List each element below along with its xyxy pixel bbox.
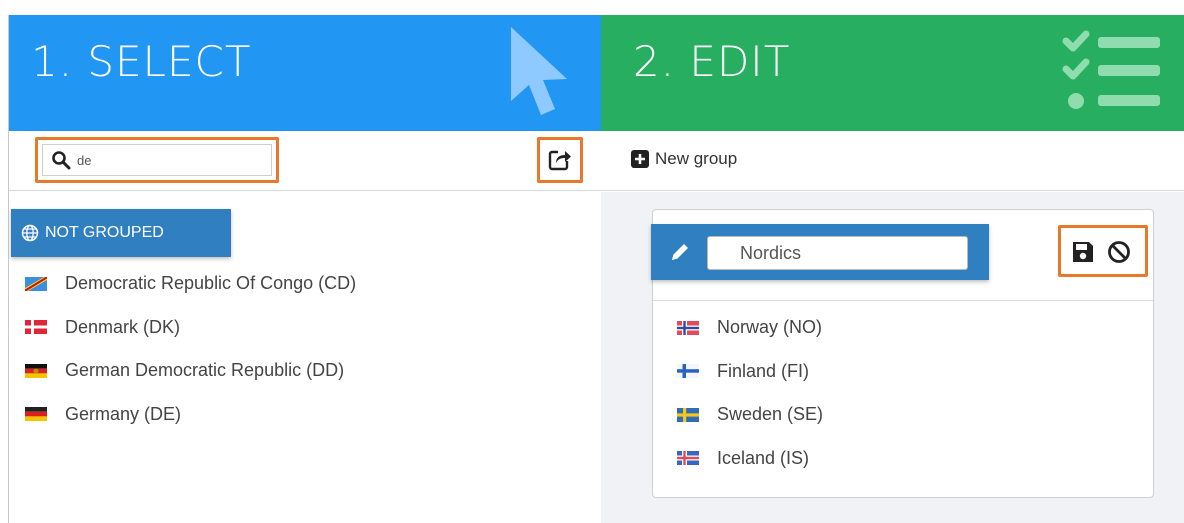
flag-is-icon <box>677 451 699 466</box>
select-toolbar <box>9 131 601 191</box>
cursor-icon <box>511 27 567 115</box>
select-title: 1. SELECT <box>31 37 252 86</box>
flag-cd-icon <box>25 276 47 291</box>
new-group-label: New group <box>655 149 738 168</box>
flag-se-icon <box>677 407 699 422</box>
edit-header: 2. EDIT <box>601 15 1184 131</box>
member-item[interactable]: Norway (NO) <box>677 306 823 350</box>
select-pane: NOT GROUPED Democratic Republic Of Congo… <box>9 192 601 523</box>
country-name: Democratic Republic Of Congo (CD) <box>65 273 357 294</box>
country-name: Denmark (DK) <box>65 316 181 337</box>
plus-square-icon <box>631 150 649 168</box>
pencil-icon[interactable] <box>669 241 691 263</box>
new-group-button[interactable]: New group <box>631 149 737 169</box>
flag-dk-icon <box>25 320 47 335</box>
country-item[interactable]: Germany (DE) <box>25 393 356 437</box>
edit-toolbar: New group <box>601 131 1184 191</box>
member-name: Finland (FI) <box>717 360 810 381</box>
country-item[interactable]: German Democratic Republic (DD) <box>25 349 356 393</box>
flag-fi-icon <box>677 364 699 379</box>
member-name: Iceland (IS) <box>717 447 810 468</box>
globe-icon <box>21 224 39 242</box>
country-item[interactable]: Denmark (DK) <box>25 306 356 350</box>
edit-pane: Norway (NO) Finland (FI) Sweden (SE) <box>601 192 1184 523</box>
save-icon[interactable] <box>1071 240 1095 264</box>
group-name-bar <box>651 224 989 280</box>
checklist-icon <box>1062 30 1160 109</box>
country-name: German Democratic Republic (DD) <box>65 360 345 381</box>
not-grouped-label: NOT GROUPED <box>45 224 164 241</box>
export-button[interactable] <box>537 137 583 183</box>
edit-title: 2. EDIT <box>633 37 791 86</box>
not-grouped-header[interactable]: NOT GROUPED <box>11 209 231 257</box>
search-highlight <box>35 137 279 183</box>
member-item[interactable]: Sweden (SE) <box>677 393 823 437</box>
group-card: Norway (NO) Finland (FI) Sweden (SE) <box>651 209 1154 498</box>
search-box[interactable] <box>42 144 272 176</box>
group-actions <box>1058 225 1148 277</box>
member-name: Sweden (SE) <box>717 404 824 425</box>
flag-de-icon <box>25 407 47 422</box>
flag-dd-icon <box>25 363 47 378</box>
select-header: 1. SELECT <box>9 15 601 131</box>
flag-no-icon <box>677 320 699 335</box>
group-name-input[interactable] <box>707 236 968 270</box>
member-item[interactable]: Finland (FI) <box>677 350 823 394</box>
cancel-icon[interactable] <box>1107 240 1131 264</box>
card-divider <box>653 300 1153 301</box>
member-item[interactable]: Iceland (IS) <box>677 437 823 481</box>
member-list: Norway (NO) Finland (FI) Sweden (SE) Ice… <box>677 306 823 480</box>
share-icon <box>548 149 572 171</box>
member-name: Norway (NO) <box>717 317 823 338</box>
country-name: Germany (DE) <box>65 403 182 424</box>
country-item[interactable]: Democratic Republic Of Congo (CD) <box>25 262 356 306</box>
search-input[interactable] <box>77 152 227 168</box>
country-list: Democratic Republic Of Congo (CD) Denmar… <box>25 262 356 436</box>
search-icon <box>52 151 71 170</box>
